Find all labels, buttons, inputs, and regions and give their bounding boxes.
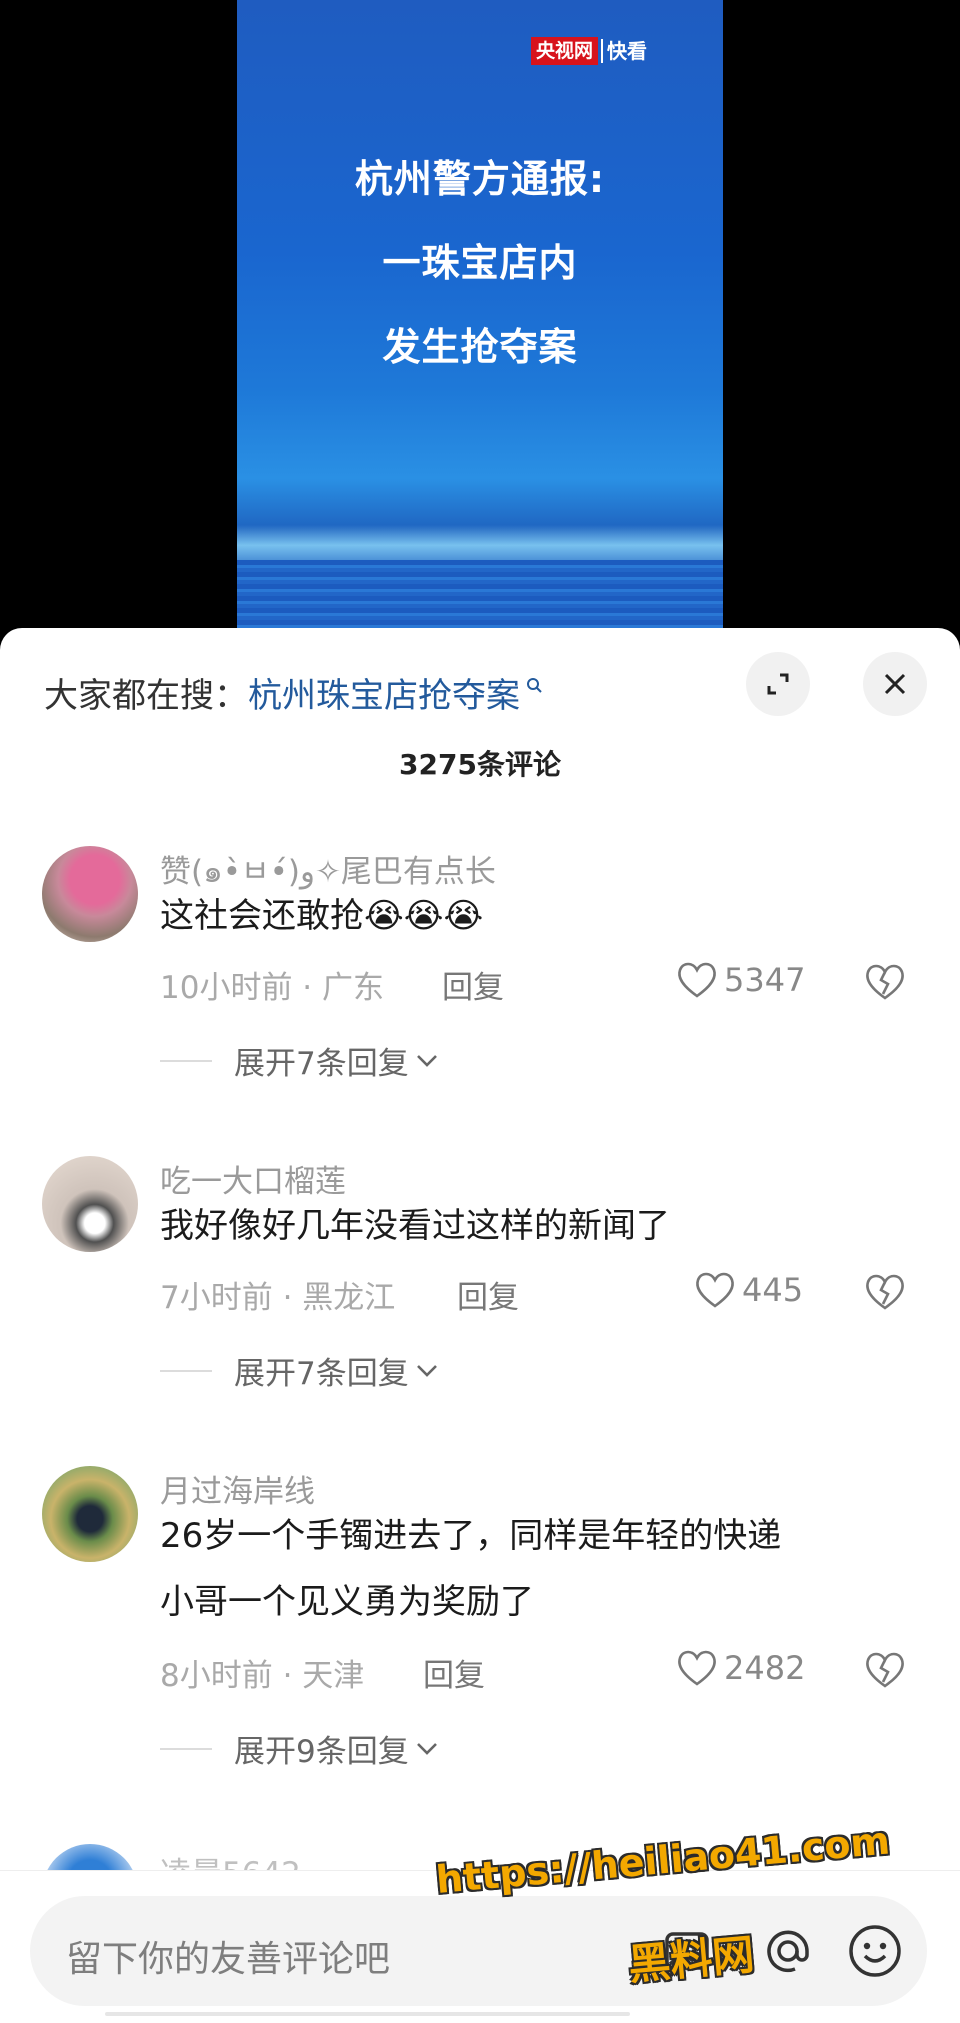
comment-sheet: 大家都在搜：杭州珠宝店抢夺案 3275条评论 赞(๑•̀ㅂ•́)و✧尾巴有点长 … <box>0 628 960 2022</box>
like-count: 2482 <box>724 1649 806 1687</box>
broken-heart-icon[interactable] <box>864 1272 906 1312</box>
video-headline-line1: 杭州警方通报: <box>354 157 606 201</box>
like-count: 5347 <box>724 961 806 999</box>
reply-button[interactable]: 回复 <box>442 962 504 1007</box>
search-suggestion-term[interactable]: 杭州珠宝店抢夺案 <box>248 676 520 716</box>
video-headline-line3: 发生抢夺案 <box>382 325 578 369</box>
comment-text-body: 这社会还敢抢 <box>160 896 364 936</box>
comment-input[interactable]: 留下你的友善评论吧 <box>30 1896 927 2006</box>
expand-button[interactable] <box>746 652 810 716</box>
comment-input-placeholder: 留下你的友善评论吧 <box>66 1939 391 1980</box>
reply-button[interactable]: 回复 <box>423 1650 485 1695</box>
like-button[interactable]: 445 <box>694 1270 803 1310</box>
expand-replies-button[interactable]: 展开9条回复 <box>160 1726 439 1771</box>
heart-icon <box>678 1650 716 1686</box>
avatar[interactable] <box>42 846 138 942</box>
close-icon <box>884 673 906 695</box>
expand-replies-label: 展开7条回复 <box>234 1046 409 1082</box>
comment-text-line1: 26岁一个手镯进去了，同样是年轻的快递 <box>160 1516 782 1556</box>
comment-count: 3275条评论 <box>399 748 561 781</box>
logo-cctv: 央视网 <box>531 37 599 65</box>
comment-time-location: 7小时前 · 黑龙江 <box>160 1280 396 1316</box>
watermark-name: 黑料网 <box>626 1929 757 1990</box>
crying-laughing-emoji: 😭 <box>443 896 484 936</box>
comment-text: 这社会还敢抢😭😭😭 <box>160 884 483 948</box>
expand-replies-label: 展开9条回复 <box>234 1734 409 1770</box>
like-button[interactable]: 5347 <box>676 960 805 1000</box>
emoji-icon[interactable] <box>846 1922 904 1980</box>
heart-icon <box>678 962 716 998</box>
comment-text-line2: 小哥一个见义勇为奖励了 <box>160 1582 534 1622</box>
search-suggestion-prefix: 大家都在搜： <box>44 676 248 716</box>
video-water-surface <box>237 560 723 630</box>
avatar[interactable] <box>42 1156 138 1252</box>
video-player[interactable]: 央视网 快看 杭州警方通报: 一珠宝店内 发生抢夺案 <box>237 0 723 630</box>
expand-replies-button[interactable]: 展开7条回复 <box>160 1348 439 1393</box>
close-button[interactable] <box>863 652 927 716</box>
chevron-down-icon <box>416 1364 437 1377</box>
channel-logo: 央视网 快看 <box>531 37 647 65</box>
crying-laughing-emoji: 😭 <box>364 896 404 936</box>
broken-heart-icon[interactable] <box>864 962 906 1002</box>
comment-text: 我好像好几年没看过这样的新闻了 <box>160 1206 670 1246</box>
home-indicator <box>105 2012 630 2016</box>
avatar[interactable] <box>42 1466 138 1562</box>
expand-icon <box>767 673 789 695</box>
expand-replies-button[interactable]: 展开7条回复 <box>160 1038 439 1083</box>
search-icon <box>520 676 544 700</box>
like-count: 445 <box>742 1271 804 1309</box>
expand-replies-label: 展开7条回复 <box>234 1356 409 1392</box>
logo-kuaikan: 快看 <box>601 39 647 63</box>
reply-button[interactable]: 回复 <box>457 1272 519 1317</box>
video-headline-line2: 一珠宝店内 <box>382 241 578 285</box>
crying-laughing-emoji: 😭 <box>403 896 444 936</box>
chevron-down-icon <box>416 1054 437 1067</box>
heart-icon <box>696 1272 734 1308</box>
comment-time-location: 8小时前 · 天津 <box>160 1658 365 1694</box>
broken-heart-icon[interactable] <box>864 1650 906 1690</box>
at-icon[interactable] <box>763 1926 813 1976</box>
chevron-down-icon <box>416 1742 437 1755</box>
like-button[interactable]: 2482 <box>676 1648 805 1688</box>
comment-time-location: 10小时前 · 广东 <box>160 970 385 1006</box>
search-suggestion[interactable]: 大家都在搜：杭州珠宝店抢夺案 <box>44 668 544 717</box>
